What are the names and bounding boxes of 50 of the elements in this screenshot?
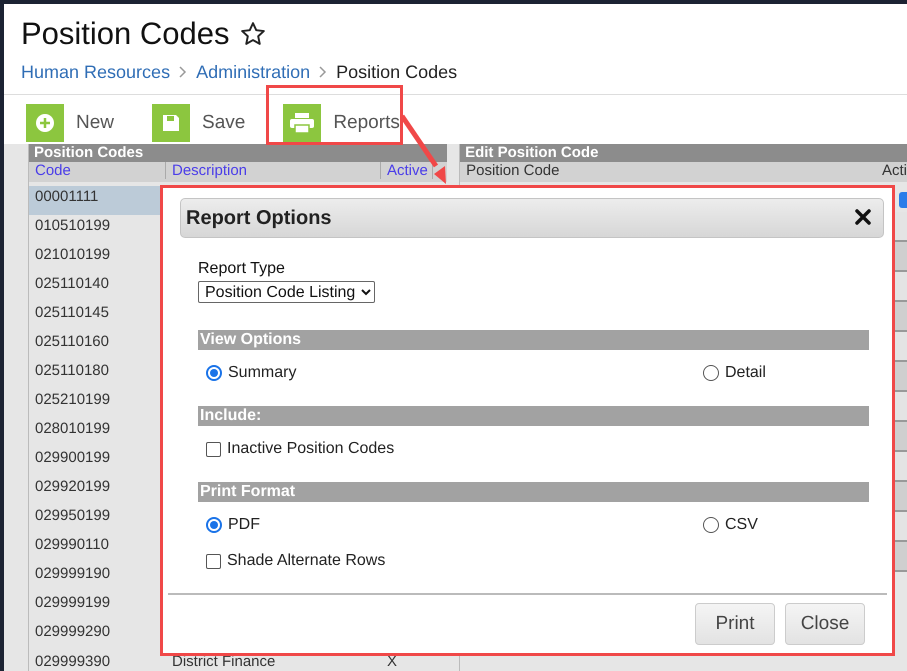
- code-cell-text: 029999290: [34, 624, 112, 640]
- radio-button[interactable]: [206, 365, 222, 381]
- breadcrumb-link[interactable]: Administration: [196, 62, 310, 82]
- breadcrumb-link[interactable]: Human Resources: [21, 62, 170, 82]
- panel-title: Edit Position Code: [460, 144, 907, 162]
- dialog-button[interactable]: Print: [695, 603, 775, 645]
- code-cell-text: 029999199: [34, 595, 112, 611]
- checkbox-option[interactable]: Inactive Position Codes: [206, 438, 869, 460]
- panel-title: Position Codes: [29, 144, 448, 162]
- breadcrumb-current: Position Codes: [336, 62, 458, 82]
- section-header: Include:: [198, 406, 869, 426]
- dialog-title: Report Options: [186, 206, 332, 230]
- radio-button[interactable]: [703, 517, 719, 533]
- toolbar-button[interactable]: Save: [152, 102, 254, 144]
- page-title: Position Codes: [21, 16, 230, 52]
- radio-button[interactable]: [703, 365, 719, 381]
- field-label: Report Type: [198, 260, 286, 278]
- dialog-button[interactable]: Close: [785, 603, 865, 645]
- toolbar-button[interactable]: Reports: [283, 102, 408, 144]
- plus-icon: [35, 113, 55, 133]
- column-header[interactable]: Code: [29, 162, 166, 179]
- checkbox[interactable]: [206, 442, 221, 456]
- chevron-icon: [319, 66, 328, 78]
- radio-button[interactable]: [206, 517, 222, 533]
- field-label: Position Code: [466, 162, 560, 181]
- description-cell-text: District Finance: [171, 654, 276, 670]
- printer-icon: [290, 113, 314, 133]
- column-header[interactable]: Description: [166, 162, 381, 179]
- toolbar-button[interactable]: New: [26, 102, 122, 144]
- report-type-select[interactable]: Position Code Listing: [198, 281, 375, 303]
- radio-option[interactable]: CSV: [703, 514, 869, 536]
- chevron-icon: [179, 66, 188, 78]
- radio-option[interactable]: PDF: [206, 514, 703, 536]
- code-cell-text: 00001111: [34, 189, 100, 205]
- section-header: View Options: [198, 330, 869, 350]
- radio-option[interactable]: Summary: [206, 362, 703, 384]
- code-cell-text: 029999190: [34, 566, 112, 582]
- active-cell-text: X: [386, 654, 398, 670]
- radio-option[interactable]: Detail: [703, 362, 869, 384]
- checkbox[interactable]: [206, 554, 221, 568]
- column-header[interactable]: Active: [381, 162, 433, 179]
- close-icon: [855, 209, 871, 225]
- star-icon[interactable]: [240, 21, 266, 47]
- checkbox-option[interactable]: Shade Alternate Rows: [206, 550, 869, 572]
- code-cell-text: 029999390: [34, 654, 112, 670]
- active-checkbox[interactable]: [899, 192, 907, 208]
- section-header: Print Format: [198, 482, 869, 502]
- code-cell-text: 025110145: [34, 305, 110, 321]
- field-label: Acti: [882, 162, 907, 181]
- code-cell-text: 028010199: [34, 421, 112, 437]
